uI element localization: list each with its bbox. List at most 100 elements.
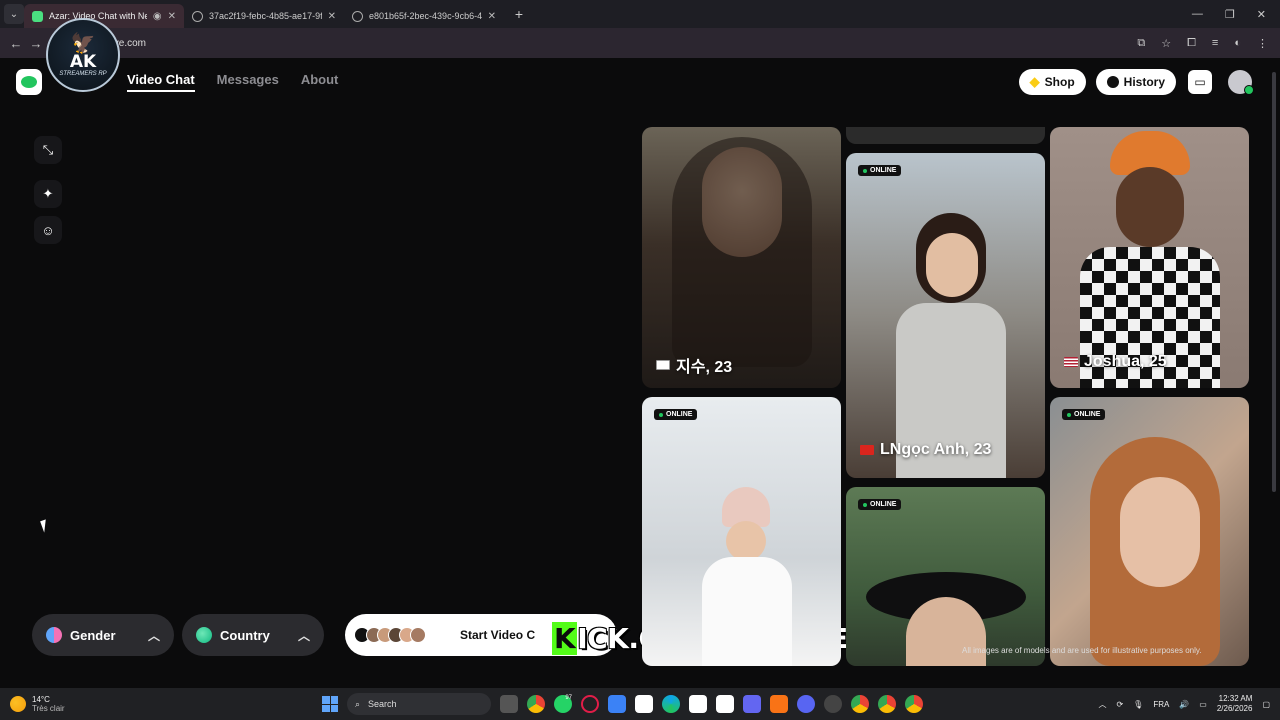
nav-video-chat[interactable]: Video Chat <box>127 72 195 92</box>
profile-icon[interactable]: ◐ <box>1234 37 1241 49</box>
online-badge: ONLINE <box>858 499 902 510</box>
app-icon[interactable] <box>824 695 842 713</box>
nav-messages[interactable]: Messages <box>217 72 279 92</box>
azar-logo[interactable] <box>16 69 42 95</box>
menu-icon[interactable]: ⋮ <box>1257 37 1268 50</box>
forward-icon[interactable]: → <box>26 36 46 51</box>
chrome-icon[interactable] <box>527 695 545 713</box>
gender-icon <box>46 627 62 643</box>
tab-3[interactable]: e801b65f-2bec-439c-9cb6-482 ✕ <box>344 4 504 28</box>
maximize-icon[interactable]: ❐ <box>1225 8 1235 21</box>
profile-name: 지수, 23 <box>656 353 732 377</box>
profile-card[interactable]: 지수, 23 <box>642 127 841 388</box>
extensions-icon[interactable]: ⧠ <box>1187 37 1196 50</box>
badge-text: AK <box>69 51 97 72</box>
online-badge: ONLINE <box>654 409 698 420</box>
chrome-icon[interactable] <box>878 695 896 713</box>
profile-card[interactable] <box>846 127 1045 144</box>
capcut-icon[interactable] <box>635 695 653 713</box>
reading-list-icon[interactable]: ≡ <box>1212 37 1218 49</box>
close-window-icon[interactable]: ✕ <box>1257 8 1266 21</box>
globe-icon <box>192 10 203 22</box>
nav-about[interactable]: About <box>301 72 339 92</box>
chevron-up-icon: ︿ <box>147 628 160 643</box>
clock-icon <box>1106 76 1119 88</box>
face-filter-icon[interactable]: ☺ <box>34 216 62 244</box>
gender-label: Gender <box>70 627 116 643</box>
mouse-cursor-icon <box>40 519 50 533</box>
temperature: 14°C <box>32 695 50 704</box>
microphone-icon[interactable]: 🎙 <box>1133 700 1143 709</box>
avatar-stack <box>366 627 426 643</box>
tab-title: e801b65f-2bec-439c-9cb6-482 <box>369 11 482 21</box>
new-tab-button[interactable]: + <box>508 6 530 22</box>
side-tools: ⤡ ✦ ☺ <box>34 136 62 252</box>
inbox-icon[interactable]: ▭ <box>1188 70 1212 94</box>
close-tab-icon[interactable]: ✕ <box>168 11 176 22</box>
close-tab-icon[interactable]: ✕ <box>488 11 496 22</box>
bookmark-star-icon[interactable]: ☆ <box>1161 37 1171 50</box>
windows-start-icon[interactable] <box>322 696 338 712</box>
effects-wand-icon[interactable]: ✦ <box>34 180 62 208</box>
history-label: History <box>1123 75 1165 89</box>
online-badge: ONLINE <box>1062 409 1106 420</box>
whatsapp-icon[interactable]: 97 <box>554 695 572 713</box>
country-label: Country <box>220 627 270 643</box>
record-icon: ◉ <box>152 10 162 22</box>
cast-icon[interactable]: ⧉ <box>1137 37 1145 50</box>
weather-widget[interactable]: 14°C Très clair <box>10 695 65 713</box>
tab-search-button[interactable]: ⌄ <box>4 4 24 24</box>
gender-filter[interactable]: Gender ︿ <box>32 614 174 656</box>
disclaimer-text: All images are of models and are used fo… <box>962 646 1202 655</box>
taskbar: 14°C Très clair ⌕ Search 97 ︿ ⟳ 🎙 FRA 🔊 … <box>0 688 1280 720</box>
profile-card[interactable]: ONLINE <box>642 397 841 666</box>
capcut-icon[interactable] <box>716 695 734 713</box>
shop-button[interactable]: ◆ Shop <box>1018 69 1086 95</box>
language-indicator[interactable]: FRA <box>1153 700 1169 709</box>
azar-favicon-icon <box>32 10 43 22</box>
app-header: Video Chat Messages About ◆ Shop History… <box>0 58 1270 106</box>
discord-icon[interactable] <box>797 695 815 713</box>
globe-icon <box>352 10 363 22</box>
profile-card[interactable]: ONLINE LNgọc Anh, 23 <box>846 153 1045 478</box>
minimize-view-icon[interactable]: ⤡ <box>34 136 62 164</box>
taskbar-search[interactable]: ⌕ Search <box>347 693 491 715</box>
tab-title: 37ac2f19-febc-4b85-ae17-9fe2 <box>209 11 322 21</box>
capcut-icon[interactable] <box>689 695 707 713</box>
notification-icon[interactable]: ▢ <box>1262 700 1270 709</box>
profile-name: LNgọc Anh, 23 <box>860 441 991 459</box>
eagle-icon: 🦅 <box>70 32 96 55</box>
shop-label: Shop <box>1044 75 1075 89</box>
volume-icon[interactable]: 🔊 <box>1179 700 1189 709</box>
brave-icon[interactable] <box>770 695 788 713</box>
close-tab-icon[interactable]: ✕ <box>328 11 336 22</box>
main-nav: Video Chat Messages About <box>127 72 338 92</box>
back-icon[interactable]: ← <box>6 36 26 51</box>
weather-icon <box>10 696 26 712</box>
profile-card[interactable]: Joshua, 25 <box>1050 127 1249 388</box>
avatar[interactable] <box>1228 70 1254 95</box>
chevron-up-icon[interactable]: ︿ <box>1098 699 1106 710</box>
country-filter[interactable]: Country ︿ <box>182 614 324 656</box>
diamond-icon: ◆ <box>1029 74 1040 89</box>
battery-icon[interactable]: ▭ <box>1199 700 1207 709</box>
mail-icon[interactable] <box>608 695 626 713</box>
profile-card[interactable]: ONLINE <box>1050 397 1249 666</box>
history-button[interactable]: History <box>1095 69 1176 95</box>
weather-condition: Très clair <box>32 704 65 713</box>
teams-icon[interactable] <box>743 695 761 713</box>
task-view-icon[interactable] <box>500 695 518 713</box>
clock[interactable]: 12:32 AM 2/26/2026 <box>1217 694 1253 714</box>
sync-icon[interactable]: ⟳ <box>1116 700 1123 709</box>
opera-icon[interactable] <box>581 695 599 713</box>
profile-card[interactable]: ONLINE <box>846 487 1045 666</box>
tab-2[interactable]: 37ac2f19-febc-4b85-ae17-9fe2 ✕ <box>184 4 344 28</box>
edge-icon[interactable] <box>662 695 680 713</box>
minimize-icon[interactable]: — <box>1192 8 1203 21</box>
scrollbar[interactable] <box>1272 58 1278 668</box>
chrome-icon[interactable] <box>851 695 869 713</box>
online-badge: ONLINE <box>858 165 902 176</box>
start-label: Start Video C <box>460 628 536 642</box>
globe-icon <box>196 627 212 643</box>
chrome-icon[interactable] <box>905 695 923 713</box>
